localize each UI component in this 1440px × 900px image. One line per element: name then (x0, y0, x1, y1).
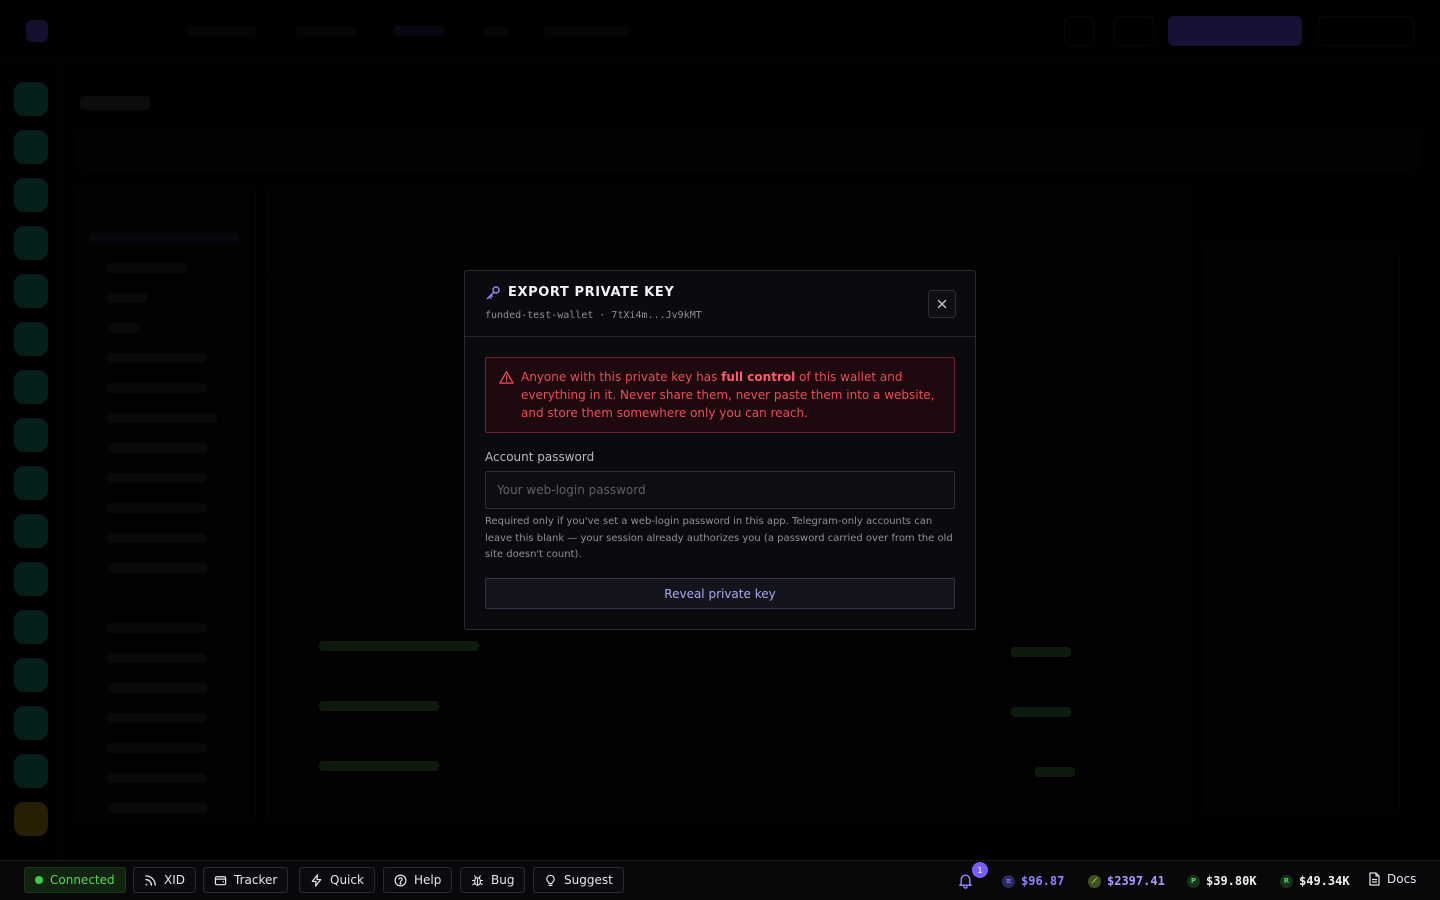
app-page: EXPORT PRIVATE KEY funded-test-wallet · … (0, 0, 1440, 900)
document-icon (1369, 872, 1380, 886)
password-label: Account password (485, 450, 595, 464)
password-input[interactable] (485, 471, 955, 509)
connection-status[interactable]: Connected (24, 867, 126, 893)
wallet-identifier: funded-test-wallet · 7tXi4m...Jv9kMT (485, 310, 702, 321)
price-ticker-3[interactable]: P $39.80K (1187, 873, 1257, 889)
tracker-button-label: Tracker (234, 873, 278, 887)
warning-triangle-icon (499, 371, 514, 384)
help-icon (394, 874, 407, 886)
quick-button[interactable]: Quick (299, 867, 375, 893)
bell-icon[interactable] (957, 872, 974, 889)
modal-title: EXPORT PRIVATE KEY (508, 285, 675, 300)
suggest-button[interactable]: Suggest (533, 867, 624, 893)
key-icon (486, 286, 500, 300)
warning-emphasis: full control (721, 370, 796, 384)
signal-icon (145, 874, 156, 886)
bolt-icon (311, 873, 322, 887)
coin-icon: R (1280, 874, 1293, 888)
quick-button-label: Quick (330, 873, 364, 887)
docs-link[interactable]: Docs (1368, 872, 1416, 886)
warning-text-start: Anyone with this private key has (521, 370, 722, 384)
coin-icon: ⟋ (1088, 874, 1101, 888)
notification-count-badge: 1 (972, 862, 988, 878)
xid-button[interactable]: XID (133, 867, 196, 893)
password-help-text: Required only if you've set a web-login … (485, 516, 953, 560)
close-icon (937, 299, 947, 309)
coin-icon: P (1187, 874, 1200, 888)
help-button-label: Help (414, 873, 442, 887)
security-warning: Anyone with this private key has full co… (485, 357, 955, 433)
reveal-private-key-button[interactable]: Reveal private key (485, 578, 955, 609)
price-value: $2397.41 (1107, 874, 1165, 888)
status-dot-icon (35, 876, 43, 884)
warning-text: Anyone with this private key has full co… (521, 368, 939, 422)
price-ticker-4[interactable]: R $49.34K (1280, 873, 1350, 889)
docs-label: Docs (1387, 872, 1417, 886)
coin-icon: ≡ (1002, 874, 1015, 888)
bug-button-label: Bug (491, 873, 515, 887)
bug-button[interactable]: Bug (460, 867, 526, 893)
price-value: $39.80K (1206, 874, 1257, 888)
price-value: $96.87 (1021, 874, 1065, 888)
connection-label: Connected (50, 873, 115, 887)
wallet-icon (214, 875, 227, 885)
export-private-key-modal: EXPORT PRIVATE KEY funded-test-wallet · … (464, 270, 976, 630)
bug-icon (471, 874, 484, 886)
xid-button-label: XID (164, 873, 185, 887)
help-button[interactable]: Help (383, 867, 453, 893)
price-value: $49.34K (1299, 874, 1350, 888)
lightbulb-icon (546, 874, 555, 886)
suggest-button-label: Suggest (564, 873, 613, 887)
close-button[interactable] (928, 290, 956, 318)
modal-header: EXPORT PRIVATE KEY funded-test-wallet · … (465, 271, 975, 337)
price-ticker-1[interactable]: ≡ $96.87 (1002, 873, 1064, 889)
tracker-button[interactable]: Tracker (203, 867, 289, 893)
price-ticker-2[interactable]: ⟋ $2397.41 (1088, 873, 1165, 889)
